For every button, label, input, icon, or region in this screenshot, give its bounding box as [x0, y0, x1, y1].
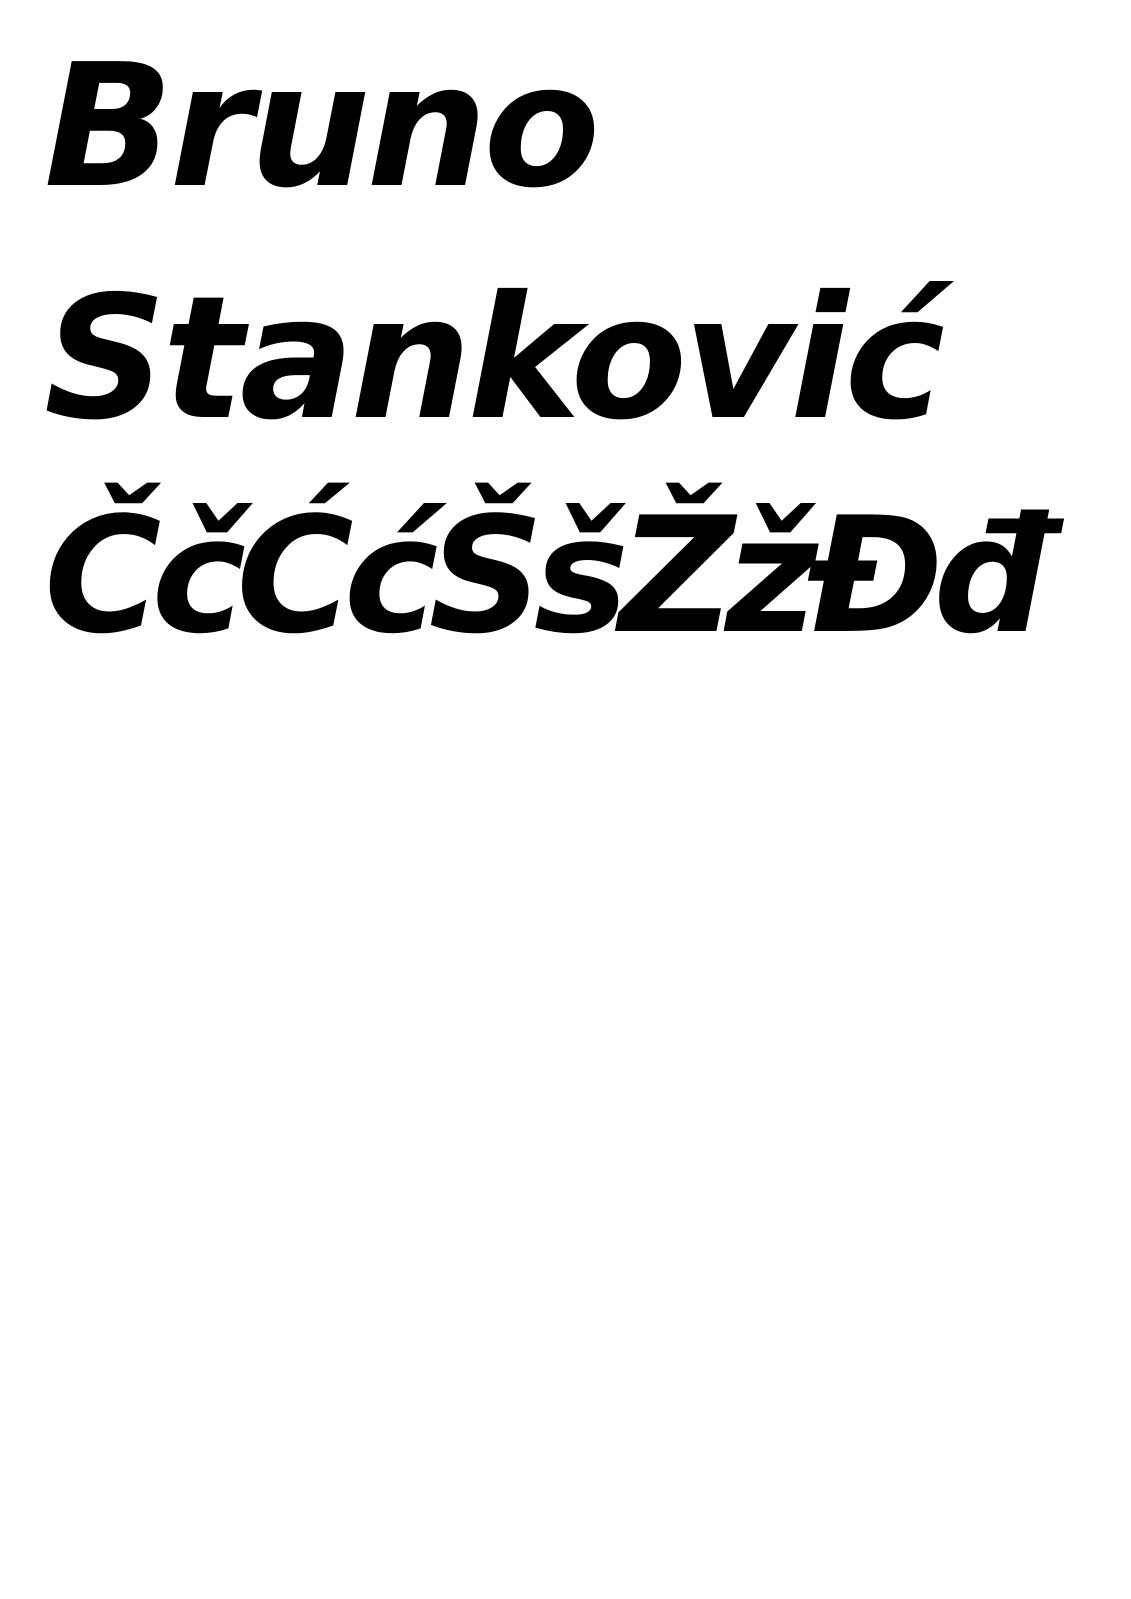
- first-name-text: Bruno: [44, 28, 600, 226]
- document-page: Bruno Stanković ČčĆćŠšŽžĐđ: [0, 0, 1131, 1599]
- last-name-text: Stanković: [44, 260, 945, 458]
- special-characters-text: ČčĆćŠšŽžĐđ: [44, 482, 1048, 669]
